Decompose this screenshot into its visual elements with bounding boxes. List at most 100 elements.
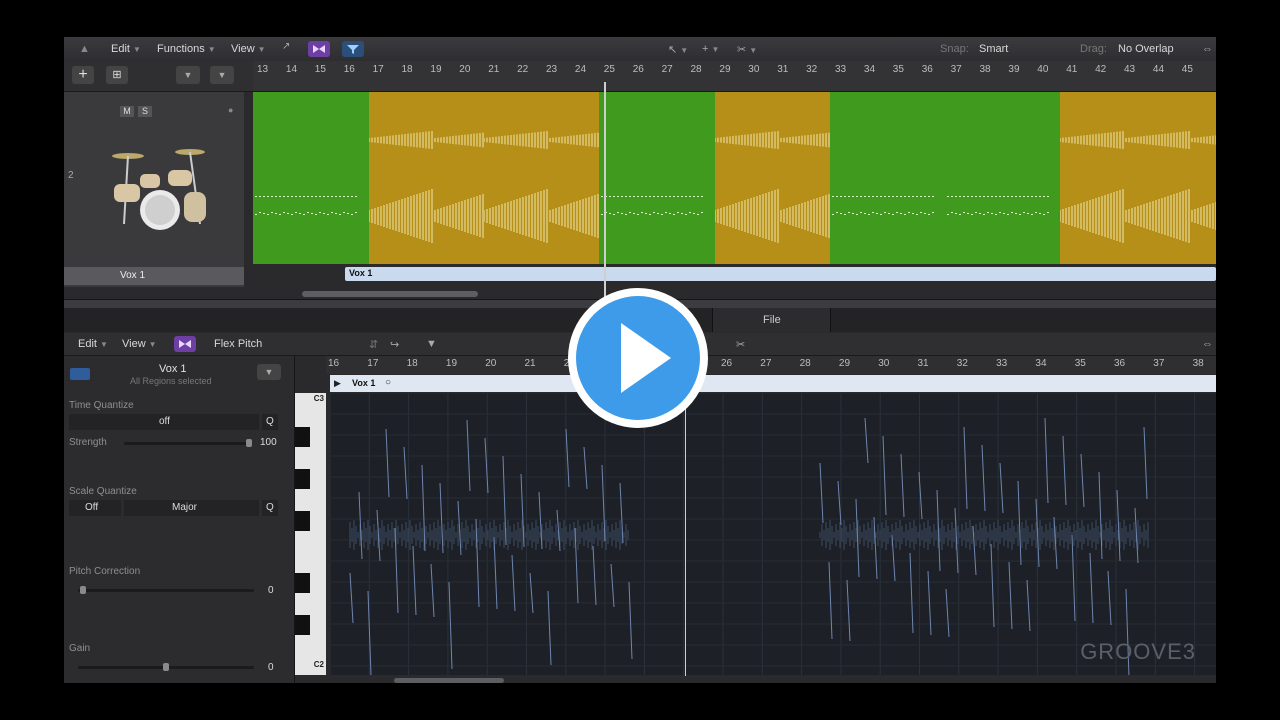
mute-button[interactable]: M <box>120 106 134 117</box>
bar-number: 15 <box>314 64 326 75</box>
bar-number: 17 <box>372 64 384 75</box>
editor-bar-number: 31 <box>917 358 929 369</box>
drummer-region[interactable] <box>484 92 600 264</box>
bar-number: 29 <box>719 64 731 75</box>
drag-select[interactable]: No Overlap <box>1118 43 1174 55</box>
bar-number: 23 <box>546 64 558 75</box>
editor-ruler[interactable]: 1617181920212223242526272829303132333435… <box>326 356 1216 374</box>
pitch-correction-knob[interactable] <box>80 586 86 594</box>
loop-icon[interactable]: ○ <box>385 377 391 388</box>
vox-track-name: Vox 1 <box>120 270 146 281</box>
drummer-region[interactable] <box>1060 92 1216 264</box>
strength-slider[interactable] <box>124 442 252 445</box>
editor-region-bar[interactable]: ▶ Vox 1 ○ <box>330 375 1216 392</box>
scale-quantize-q-button[interactable]: Q <box>262 500 278 516</box>
black-key[interactable] <box>295 427 310 447</box>
menu-edit-label: Edit <box>111 43 130 55</box>
editor-bar-number: 35 <box>1074 358 1086 369</box>
track-duplicate-icon[interactable]: ⊞ <box>106 66 128 84</box>
editor-zoom-icon[interactable]: ⇔ <box>1202 338 1213 350</box>
editor-menu-edit-label: Edit <box>78 338 97 350</box>
tab-file[interactable]: File <box>712 308 831 332</box>
pitch-grid[interactable] <box>329 392 1216 678</box>
strength-knob[interactable] <box>246 439 252 447</box>
black-key[interactable] <box>295 469 310 489</box>
bar-number: 13 <box>257 64 269 75</box>
flex-icon <box>179 340 191 348</box>
editor-menu-edit[interactable]: Edit ▼ <box>78 338 108 350</box>
pitch-correction-slider[interactable] <box>78 589 254 592</box>
bar-number: 14 <box>285 64 298 75</box>
track-filter-icon[interactable]: ▼ <box>210 66 234 84</box>
playhead[interactable] <box>604 82 606 302</box>
strength-label: Strength <box>69 437 107 448</box>
zoom-icon[interactable]: ⇔ <box>1202 43 1213 55</box>
scissors-tool-icon[interactable]: ✂ ▼ <box>737 43 757 56</box>
bar-number: 37 <box>950 64 962 75</box>
flex-mode-select[interactable]: Flex Pitch <box>214 338 262 350</box>
menu-functions[interactable]: Functions ▼ <box>157 43 216 55</box>
editor-flex-button[interactable] <box>174 336 196 352</box>
midi-pattern <box>601 196 703 215</box>
drummer-region[interactable] <box>369 92 485 264</box>
menu-view[interactable]: View ▼ <box>231 43 266 55</box>
vox-track-header[interactable]: Vox 1 <box>64 267 244 285</box>
drummer-region[interactable] <box>253 92 370 264</box>
flex-mode-chevron-icon: ⇵ <box>369 339 379 351</box>
bar-number: 39 <box>1008 64 1020 75</box>
editor-menu-view[interactable]: View ▼ <box>122 338 157 350</box>
time-quantize-select[interactable]: off <box>69 414 259 430</box>
drummer-region[interactable] <box>599 92 716 264</box>
drummer-region[interactable] <box>945 92 1061 264</box>
black-key[interactable] <box>295 615 310 635</box>
snap-select[interactable]: Smart <box>979 43 1008 55</box>
add-track-button[interactable]: + <box>72 66 94 84</box>
time-quantize-label: Time Quantize <box>69 400 134 411</box>
editor-bar-number: 27 <box>760 358 772 369</box>
editor-bar-number: 28 <box>799 358 811 369</box>
bar-number: 43 <box>1124 64 1136 75</box>
time-quantize-q-button[interactable]: Q <box>262 414 278 430</box>
track-view-menu-icon[interactable]: ▼ <box>176 66 200 84</box>
solo-button[interactable]: S <box>138 106 152 117</box>
black-key[interactable] <box>295 511 310 531</box>
editor-bar-number: 38 <box>1192 358 1204 369</box>
inspector-filter-icon[interactable] <box>290 364 310 380</box>
back-icon[interactable]: ▲ <box>79 43 90 55</box>
piano-keyboard[interactable]: C3 C2 <box>295 393 326 675</box>
pitch-blobs[interactable] <box>329 392 1216 678</box>
play-region-icon[interactable]: ▶ <box>334 378 341 389</box>
horizontal-scrollbar[interactable] <box>302 291 478 297</box>
link-icon[interactable]: ↪ <box>390 338 399 351</box>
chevron-down-icon: ▼ <box>207 45 216 54</box>
automation-icon[interactable]: ↗ <box>282 41 304 57</box>
scale-quantize-label: Scale Quantize <box>69 486 137 497</box>
scale-quantize-key-value: Off <box>85 502 99 513</box>
menu-view-label: View <box>231 43 255 55</box>
gain-knob[interactable] <box>163 663 169 671</box>
bar-number: 25 <box>603 64 615 75</box>
editor-filter-icon[interactable]: ▼ <box>426 338 437 350</box>
scale-quantize-key-select[interactable]: Off <box>69 500 121 516</box>
editor-scrollbar[interactable] <box>394 678 504 683</box>
flex-tool-button[interactable] <box>308 41 330 57</box>
catch-filter-button[interactable] <box>342 41 364 57</box>
arrange-ruler[interactable]: 13 14 15 16 17 18 19 20 21 22 23 24 25 26 27 28 29 30 31 32… <box>253 61 1216 92</box>
scale-quantize-scale-select[interactable]: Major <box>124 500 259 516</box>
vox-audio-region[interactable]: Vox 1 <box>345 267 1216 281</box>
pointer-tool-icon[interactable]: ↖ ▼ <box>668 43 688 56</box>
editor-scissors-icon[interactable]: ✂ <box>736 338 745 351</box>
vox-region-label: Vox 1 <box>349 268 373 278</box>
crosshair-tool-icon[interactable]: + ▼ <box>702 43 719 55</box>
drummer-track-header[interactable]: M S ● 2 <box>64 92 244 287</box>
black-key[interactable] <box>295 573 310 593</box>
drummer-region[interactable] <box>830 92 946 264</box>
drummer-region[interactable] <box>715 92 831 264</box>
filter-icon <box>347 45 359 54</box>
inspector-menu-icon[interactable]: ▼ <box>257 364 281 380</box>
record-icon[interactable]: ● <box>228 105 233 115</box>
waveform <box>484 131 599 243</box>
menu-edit[interactable]: Edit ▼ <box>111 43 141 55</box>
bar-number: 41 <box>1066 64 1078 75</box>
editor-bar-number: 17 <box>367 358 379 369</box>
